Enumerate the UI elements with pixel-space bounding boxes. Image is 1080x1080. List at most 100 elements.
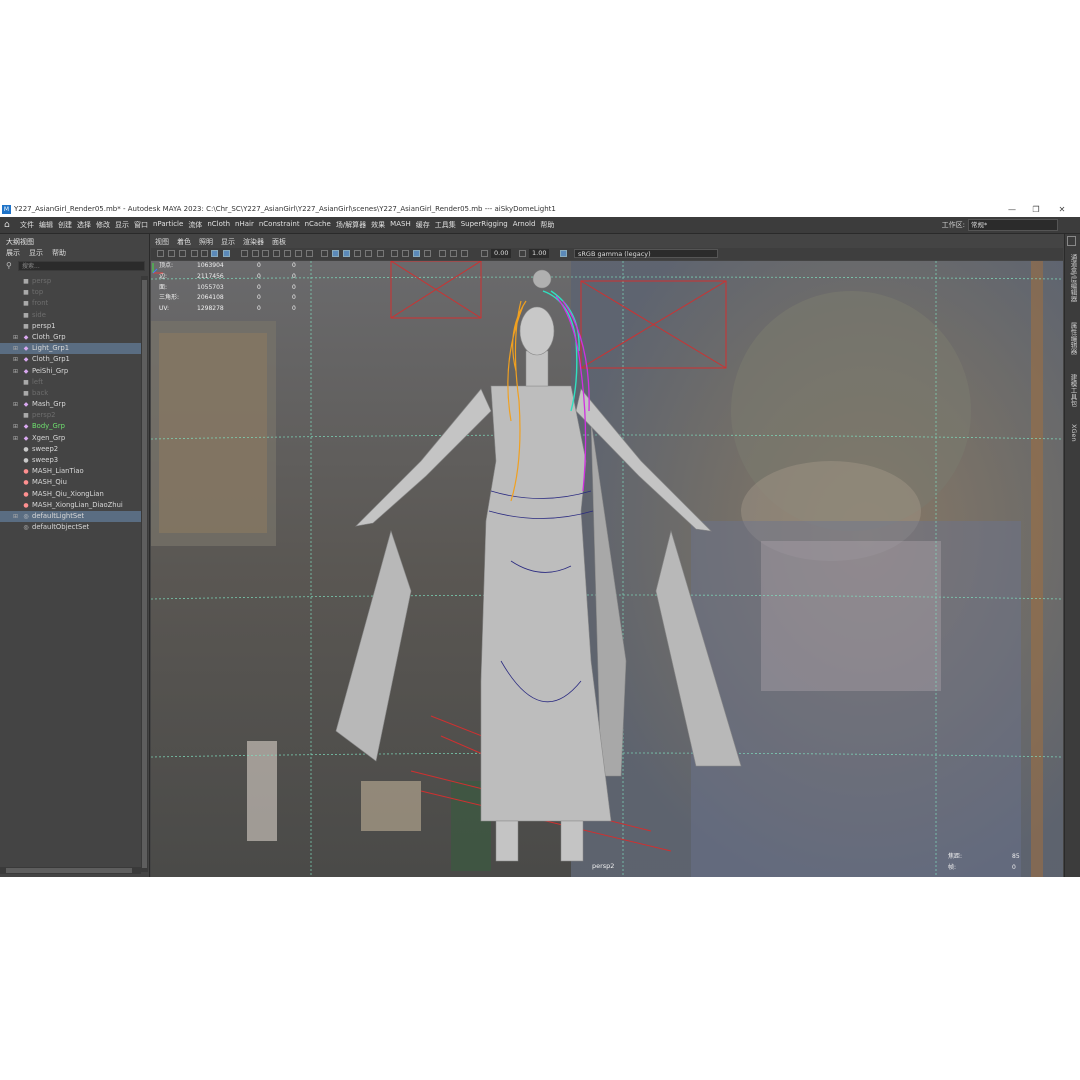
menu-item[interactable]: nParticle — [153, 220, 188, 230]
exposure-icon[interactable] — [481, 250, 488, 257]
color-management-icon[interactable] — [560, 250, 567, 257]
outliner-vertical-scrollbar[interactable] — [141, 276, 148, 872]
outliner-item[interactable]: ● MASH_Qiu — [0, 477, 141, 488]
viewport-menu-item[interactable]: 视图 — [155, 237, 169, 247]
outliner-item[interactable]: ◎ defaultObjectSet — [0, 522, 141, 533]
menu-item[interactable]: Arnold — [513, 220, 541, 230]
tab-xgen[interactable]: XGen — [1068, 424, 1078, 442]
3d-viewport[interactable]: 顶点: 1063904 0 0 边: 2117456 0 0 面: 1055703 0 0 三角形: 20… — [151, 261, 1063, 877]
scroll-thumb[interactable] — [142, 280, 147, 868]
viewport-menu-item[interactable]: 着色 — [177, 237, 191, 247]
outliner-horizontal-scrollbar[interactable] — [0, 867, 141, 874]
menu-item[interactable]: 工具集 — [435, 220, 461, 230]
menu-item[interactable]: 修改 — [96, 220, 115, 230]
motion-blur-icon[interactable] — [391, 250, 398, 257]
menu-item[interactable]: 帮助 — [540, 220, 559, 230]
expand-icon[interactable]: ⊞ — [13, 354, 20, 365]
outliner-item[interactable]: ⊞ ◎ defaultLightSet — [0, 510, 141, 523]
expand-icon[interactable]: ⊞ — [13, 332, 20, 343]
outliner-item[interactable]: ⊞ ◆ Xgen_Grp — [0, 433, 141, 444]
menu-item[interactable]: 创建 — [58, 220, 77, 230]
close-button[interactable]: ✕ — [1050, 203, 1074, 217]
menu-item[interactable]: SuperRigging — [461, 220, 513, 230]
outliner-item[interactable]: ■ back — [0, 388, 141, 399]
outliner-item[interactable]: ⊞ ◆ Mash_Grp — [0, 399, 141, 410]
minimize-button[interactable]: — — [1000, 203, 1024, 217]
outliner-item[interactable]: ● MASH_LianTiao — [0, 466, 141, 477]
expand-icon[interactable]: ⊞ — [13, 343, 20, 354]
select-camera-icon[interactable] — [157, 250, 164, 257]
exposure-field[interactable]: 0.00 — [491, 249, 512, 258]
shadows-icon[interactable] — [365, 250, 372, 257]
outliner-item[interactable]: ■ side — [0, 310, 141, 321]
outliner-item[interactable]: ⊞ ◆ Body_Grp — [0, 421, 141, 432]
tab-attribute-editor[interactable]: 属性编辑器 — [1068, 322, 1078, 355]
tab-modeling-toolkit[interactable]: 建模工具包 — [1068, 374, 1078, 407]
maximize-button[interactable]: ❐ — [1024, 203, 1048, 217]
outliner-item[interactable]: ● sweep2 — [0, 444, 141, 455]
outliner-item[interactable]: ■ persp1 — [0, 321, 141, 332]
home-icon[interactable]: ⌂ — [4, 220, 14, 230]
menu-item[interactable]: 流体 — [188, 220, 207, 230]
expand-icon[interactable]: ⊞ — [13, 421, 20, 432]
outliner-item[interactable]: ⊞ ◆ PeiShi_Grp — [0, 366, 141, 377]
viewport-menu-item[interactable]: 照明 — [199, 237, 213, 247]
menu-item[interactable]: MASH — [390, 220, 416, 230]
bookmark-icon[interactable] — [179, 250, 186, 257]
menu-item[interactable]: 文件 — [20, 220, 39, 230]
use-all-lights-icon[interactable] — [354, 250, 361, 257]
gamma-icon[interactable] — [519, 250, 526, 257]
viewport-menu-item[interactable]: 渲染器 — [243, 237, 264, 247]
menu-item[interactable]: nCloth — [207, 220, 235, 230]
menu-item[interactable]: nHair — [235, 220, 259, 230]
depth-of-field-icon[interactable] — [413, 250, 420, 257]
wireframe-on-shaded-icon[interactable] — [332, 250, 339, 257]
menu-item[interactable]: 显示 — [115, 220, 134, 230]
grid-icon[interactable] — [201, 250, 208, 257]
outliner-item[interactable]: ■ persp2 — [0, 410, 141, 421]
outliner-item[interactable]: ■ persp — [0, 276, 141, 287]
xray-components-icon[interactable] — [461, 250, 468, 257]
outliner-item[interactable]: ⊞ ◆ Cloth_Grp — [0, 332, 141, 343]
menu-item[interactable]: 窗口 — [134, 220, 153, 230]
outliner-menu-item[interactable]: 展示 — [6, 248, 20, 258]
filter-icon[interactable]: ⚲ — [6, 261, 16, 271]
outliner-search-input[interactable]: 搜索... — [18, 261, 145, 271]
menu-item[interactable]: nCache — [305, 220, 336, 230]
field-chart-icon[interactable] — [273, 250, 280, 257]
wireframe-icon[interactable] — [306, 250, 313, 257]
outliner-item[interactable]: ■ front — [0, 298, 141, 309]
panel-toggle-icon[interactable] — [1067, 236, 1076, 246]
gamma-field[interactable]: 1.00 — [529, 249, 550, 258]
safe-title-icon[interactable] — [295, 250, 302, 257]
expand-icon[interactable]: ⊞ — [13, 433, 20, 444]
outliner-item[interactable]: ● MASH_XiongLian_DiaoZhui — [0, 500, 141, 511]
pan-zoom-icon[interactable] — [211, 250, 218, 257]
menu-item[interactable]: 编辑 — [39, 220, 58, 230]
menu-item[interactable]: nConstraint — [259, 220, 305, 230]
expand-icon[interactable]: ⊞ — [13, 511, 20, 522]
outliner-item[interactable]: ⊞ ◆ Cloth_Grp1 — [0, 354, 141, 365]
xray-icon[interactable] — [439, 250, 446, 257]
viewport-menu-item[interactable]: 显示 — [221, 237, 235, 247]
grease-pencil-icon[interactable] — [223, 250, 230, 257]
outliner-menu-item[interactable]: 帮助 — [52, 248, 66, 258]
menu-item[interactable]: 场/解算器 — [336, 220, 371, 230]
image-plane-icon[interactable] — [191, 250, 198, 257]
resolution-gate-icon[interactable] — [252, 250, 259, 257]
tab-channel-box[interactable]: 通道盒/层编辑器 — [1068, 254, 1078, 302]
menu-item[interactable]: 效果 — [371, 220, 390, 230]
expand-icon[interactable]: ⊞ — [13, 366, 20, 377]
workspace-dropdown[interactable]: 常规* — [968, 219, 1058, 231]
multisample-aa-icon[interactable] — [402, 250, 409, 257]
outliner-menu-item[interactable]: 显示 — [29, 248, 43, 258]
outliner-item[interactable]: ■ top — [0, 287, 141, 298]
expand-icon[interactable]: ⊞ — [13, 399, 20, 410]
outliner-item[interactable]: ● sweep3 — [0, 455, 141, 466]
screen-space-ao-icon[interactable] — [377, 250, 384, 257]
safe-action-icon[interactable] — [284, 250, 291, 257]
textured-icon[interactable] — [343, 250, 350, 257]
gate-mask-icon[interactable] — [262, 250, 269, 257]
scroll-thumb[interactable] — [6, 868, 132, 873]
outliner-item[interactable]: ⊞ ◆ Light_Grp1 — [0, 343, 141, 355]
